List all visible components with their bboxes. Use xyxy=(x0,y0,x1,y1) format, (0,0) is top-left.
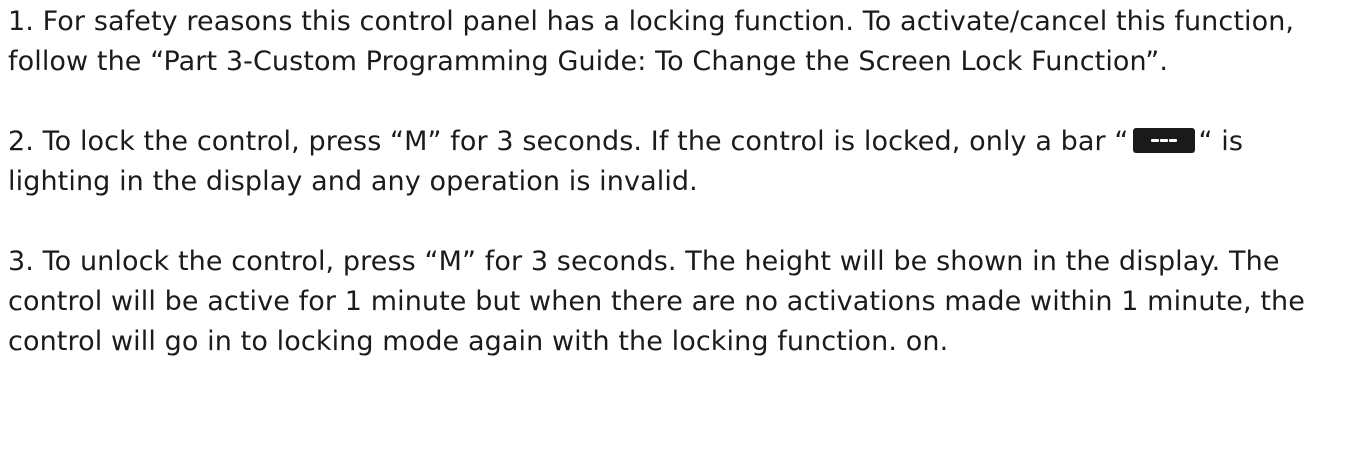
paragraph-1-text: 1. For safety reasons this control panel… xyxy=(8,6,1295,77)
paragraph-2-text-before: 2. To lock the control, press “M” for 3 … xyxy=(8,126,1129,157)
paragraph-locking-function: 1. For safety reasons this control panel… xyxy=(8,2,1340,82)
paragraph-unlock-control: 3. To unlock the control, press “M” for … xyxy=(8,242,1340,362)
instruction-document: 1. For safety reasons this control panel… xyxy=(8,2,1340,362)
dash-display-icon xyxy=(1132,128,1195,153)
paragraph-lock-control: 2. To lock the control, press “M” for 3 … xyxy=(8,122,1340,202)
paragraph-3-text: 3. To unlock the control, press “M” for … xyxy=(8,246,1305,357)
